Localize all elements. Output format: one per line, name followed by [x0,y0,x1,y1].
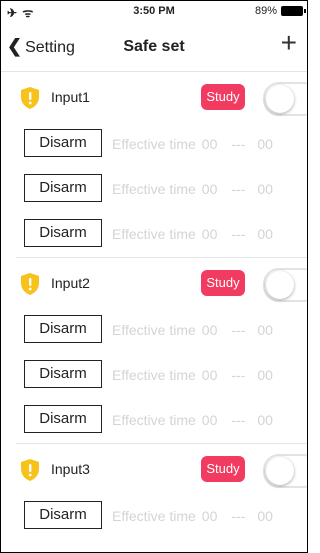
shield-warning-icon [19,272,41,296]
effective-time-label: Effective time [112,181,196,197]
shield-warning-icon [19,458,41,482]
input-label: Input3 [51,461,90,477]
disarm-button[interactable]: Disarm [24,501,102,529]
input-row: Input2 Study [1,258,307,308]
disarm-button[interactable]: Disarm [24,405,102,433]
toggle-knob [266,457,294,485]
end-time: 00 [257,322,273,338]
disarm-button[interactable]: Disarm [24,315,102,343]
effective-time-row: Disarm Effective time 00 --- 00 [1,398,307,443]
input-row: Input3 Study [1,444,307,494]
start-time: 00 [201,136,218,152]
effective-time[interactable]: Effective time 00 --- 00 [112,367,273,383]
effective-time-row: Disarm Effective time 00 --- 00 [1,308,307,353]
disarm-button[interactable]: Disarm [24,360,102,388]
start-time: 00 [201,322,218,338]
input-toggle[interactable] [263,268,307,302]
toggle-knob [266,271,294,299]
time-separator: --- [231,508,246,524]
time-separator: --- [231,412,246,428]
effective-time-row: Disarm Effective time 00 --- 00 [1,167,307,212]
effective-time-label: Effective time [112,226,196,242]
effective-time[interactable]: Effective time 00 --- 00 [112,181,273,197]
start-time: 00 [201,412,218,428]
disarm-button[interactable]: Disarm [24,129,102,157]
time-separator: --- [231,367,246,383]
input-toggle[interactable] [263,82,307,116]
effective-time[interactable]: Effective time 00 --- 00 [112,226,273,242]
study-button[interactable]: Study [201,270,245,296]
effective-time[interactable]: Effective time 00 --- 00 [112,322,273,338]
effective-time-label: Effective time [112,322,196,338]
effective-time-label: Effective time [112,508,196,524]
effective-time-row: Disarm Effective time 00 --- 00 [1,494,307,539]
start-time: 00 [201,181,218,197]
effective-time[interactable]: Effective time 00 --- 00 [112,412,273,428]
time-separator: --- [231,322,246,338]
effective-time[interactable]: Effective time 00 --- 00 [112,508,273,524]
time-separator: --- [231,136,246,152]
start-time: 00 [201,367,218,383]
page-title: Safe set [123,38,185,55]
effective-time-label: Effective time [112,367,196,383]
disarm-button[interactable]: Disarm [24,174,102,202]
end-time: 00 [257,508,273,524]
phone-screen: ✈ ᯤ 3:50 PM 89% ❮ Setting Safe set + Inpu… [0,0,308,553]
effective-time-row: Disarm Effective time 00 --- 00 [1,353,307,398]
disarm-button[interactable]: Disarm [24,219,102,247]
start-time: 00 [201,226,218,242]
end-time: 00 [257,226,273,242]
start-time: 00 [201,508,218,524]
study-button[interactable]: Study [201,456,245,482]
end-time: 00 [257,367,273,383]
time-separator: --- [231,181,246,197]
input-label: Input2 [51,275,90,291]
effective-time[interactable]: Effective time 00 --- 00 [112,136,273,152]
input-toggle[interactable] [263,454,307,488]
end-time: 00 [257,136,273,152]
toggle-knob [266,85,294,113]
battery-percent: 89% [254,5,277,17]
shield-warning-icon [19,86,41,110]
effective-time-row: Disarm Effective time 00 --- 00 [1,122,307,167]
study-button[interactable]: Study [201,84,245,110]
add-button[interactable]: + [281,29,297,57]
end-time: 00 [257,181,273,197]
input-row: Input1 Study [1,72,307,122]
effective-time-row: Disarm Effective time 00 --- 00 [1,212,307,257]
time-separator: --- [231,226,246,242]
effective-time-label: Effective time [112,136,196,152]
end-time: 00 [257,412,273,428]
status-bar: ✈ ᯤ 3:50 PM 89% [1,1,307,21]
input-label: Input1 [51,89,90,105]
nav-bar: ❮ Setting Safe set + [1,23,307,72]
effective-time-label: Effective time [112,412,196,428]
input-list: Input1 Study Disarm Effective time 00 --- 00 Di… [1,72,307,539]
battery-icon [281,6,306,16]
